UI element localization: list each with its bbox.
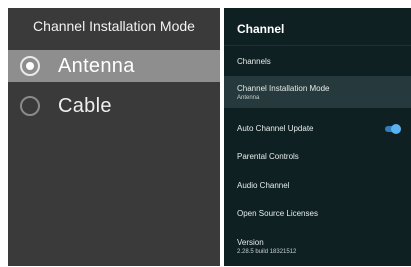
menu-item-label: Channel Installation Mode (237, 84, 330, 93)
menu-item-label: Parental Controls (237, 152, 299, 161)
menu-item-subtitle: 2.28.5 build 18321512 (237, 249, 297, 255)
option-label-cable: Cable (58, 94, 112, 117)
menu-item-label: Version (237, 238, 264, 247)
menu-item-label: Audio Channel (237, 181, 290, 190)
toggle-knob (391, 124, 401, 134)
divider (224, 45, 411, 46)
toggle-switch-icon[interactable] (385, 124, 401, 134)
menu-item-channels[interactable]: Channels (224, 57, 411, 66)
menu-item-auto-channel-update[interactable]: Auto Channel Update (224, 124, 411, 134)
menu-item-channel-installation-mode[interactable]: Channel Installation Mode Antenna (224, 76, 411, 108)
option-antenna[interactable]: Antenna (8, 50, 220, 82)
channel-settings-panel: Channel Channels Channel Installation Mo… (224, 8, 411, 266)
menu-item-audio-channel[interactable]: Audio Channel (224, 181, 411, 190)
menu-item-parental-controls[interactable]: Parental Controls (224, 152, 411, 161)
radio-unselected-icon (20, 96, 40, 116)
menu-item-label: Open Source Licenses (237, 209, 318, 218)
dialog-title: Channel Installation Mode (33, 18, 195, 34)
menu-item-label: Channels (237, 57, 271, 66)
channel-installation-mode-dialog: Channel Installation Mode Antenna Cable (8, 8, 220, 266)
menu-item-label: Auto Channel Update (237, 124, 314, 133)
screen-root: Channel Installation Mode Antenna Cable … (0, 0, 411, 267)
menu-item-open-source-licenses[interactable]: Open Source Licenses (224, 209, 411, 218)
radio-dot (26, 62, 34, 70)
menu-item-version[interactable]: Version 2.28.5 build 18321512 (224, 238, 411, 255)
option-label-antenna: Antenna (58, 54, 135, 77)
radio-selected-icon (20, 56, 40, 76)
panel-title: Channel (237, 22, 285, 36)
option-cable[interactable]: Cable (8, 90, 220, 122)
menu-item-subtitle: Antenna (237, 95, 260, 101)
